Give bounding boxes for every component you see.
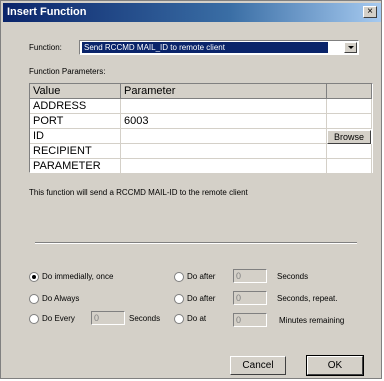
do-immediately-label[interactable]: Do immedially, once (42, 272, 113, 281)
function-selected-value: Send RCCMD MAIL_ID to remote client (82, 42, 328, 53)
row-action (327, 144, 372, 159)
do-every-label[interactable]: Do Every (42, 314, 75, 323)
row-action (327, 99, 372, 114)
row-value: PARAMETER (30, 159, 121, 174)
do-every-seconds-field[interactable]: 0 (91, 311, 125, 325)
do-immediately-radio[interactable] (29, 272, 39, 282)
row-parameter[interactable] (121, 159, 327, 174)
do-after-radio[interactable] (174, 272, 184, 282)
row-value: ADDRESS (30, 99, 121, 114)
separator (35, 242, 357, 244)
do-at-unit: Minutes remaining (279, 316, 345, 325)
column-header-parameter[interactable]: Parameter (121, 84, 327, 99)
title-bar[interactable]: Insert Function × (3, 3, 381, 22)
row-value: PORT (30, 114, 121, 129)
chevron-down-icon[interactable] (344, 42, 357, 53)
row-action (327, 159, 372, 174)
do-after-repeat-radio[interactable] (174, 294, 184, 304)
row-parameter[interactable]: 6003 (121, 114, 327, 129)
do-after-seconds-field[interactable]: 0 (233, 269, 267, 283)
function-label: Function: (29, 43, 62, 52)
do-at-radio[interactable] (174, 314, 184, 324)
dialog-title: Insert Function (7, 6, 87, 18)
do-every-unit: Seconds (129, 314, 161, 323)
row-value: ID (30, 129, 121, 144)
column-header-blank (327, 84, 372, 99)
insert-function-dialog: Insert Function × Function: Send RCCMD M… (0, 0, 382, 379)
do-after-label[interactable]: Do after (187, 272, 215, 281)
do-always-radio[interactable] (29, 294, 39, 304)
function-parameters-label: Function Parameters: (29, 67, 106, 76)
column-header-value[interactable]: Value (30, 84, 121, 99)
row-parameter[interactable] (121, 144, 327, 159)
close-icon: × (367, 6, 373, 17)
function-description: This function will send a RCCMD MAIL-ID … (29, 188, 248, 197)
ok-button[interactable]: OK (306, 355, 364, 376)
parameters-table[interactable]: Value Parameter ADDRESS PORT 6003 ID Bro… (29, 83, 373, 174)
do-after-unit: Seconds (277, 272, 309, 281)
do-always-label[interactable]: Do Always (42, 294, 79, 303)
do-every-radio[interactable] (29, 314, 39, 324)
do-after-repeat-label[interactable]: Do after (187, 294, 215, 303)
row-parameter[interactable] (121, 129, 327, 144)
row-parameter[interactable] (121, 99, 327, 114)
row-value: RECIPIENT (30, 144, 121, 159)
close-button[interactable]: × (363, 6, 377, 18)
do-after-repeat-field[interactable]: 0 (233, 291, 267, 305)
do-at-label[interactable]: Do at (187, 314, 206, 323)
function-dropdown[interactable]: Send RCCMD MAIL_ID to remote client (79, 40, 359, 55)
browse-button[interactable]: Browse (327, 130, 371, 144)
do-after-repeat-unit: Seconds, repeat. (277, 294, 338, 303)
cancel-button[interactable]: Cancel (230, 356, 286, 375)
row-action (327, 114, 372, 129)
do-at-minutes-field[interactable]: 0 (233, 313, 267, 327)
